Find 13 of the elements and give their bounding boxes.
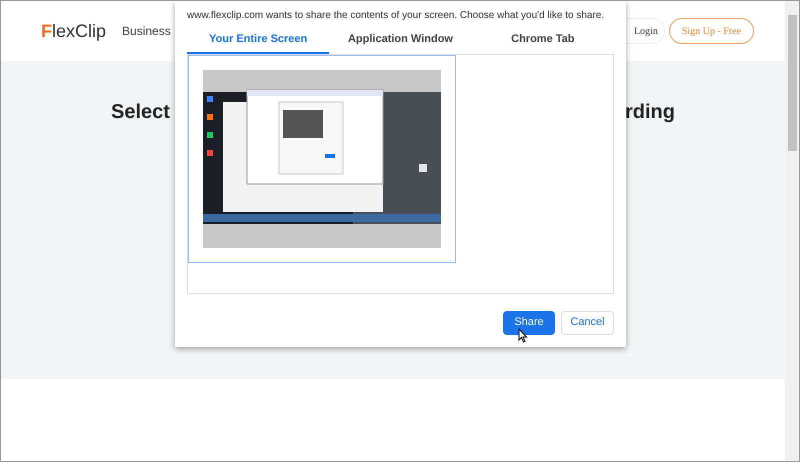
- screen-option[interactable]: [188, 54, 456, 262]
- headline: Select: [111, 100, 170, 125]
- headline: rding: [625, 100, 675, 125]
- cursor-icon: [518, 328, 528, 343]
- tab[interactable]: Application Window: [329, 27, 472, 54]
- nav-link[interactable]: Business: [122, 22, 171, 40]
- share-button[interactable]: Share: [503, 310, 555, 334]
- cancel-button[interactable]: Cancel: [561, 310, 614, 334]
- tab[interactable]: Chrome Tab: [472, 27, 614, 54]
- logo[interactable]: FlexClip: [41, 18, 106, 44]
- scrollbar[interactable]: [785, 1, 799, 461]
- tab[interactable]: Your Entire Screen: [187, 27, 330, 54]
- dialog-message: www.flexclip.com wants to share the contents of your screen. Choose what you'd like to share.: [187, 9, 604, 23]
